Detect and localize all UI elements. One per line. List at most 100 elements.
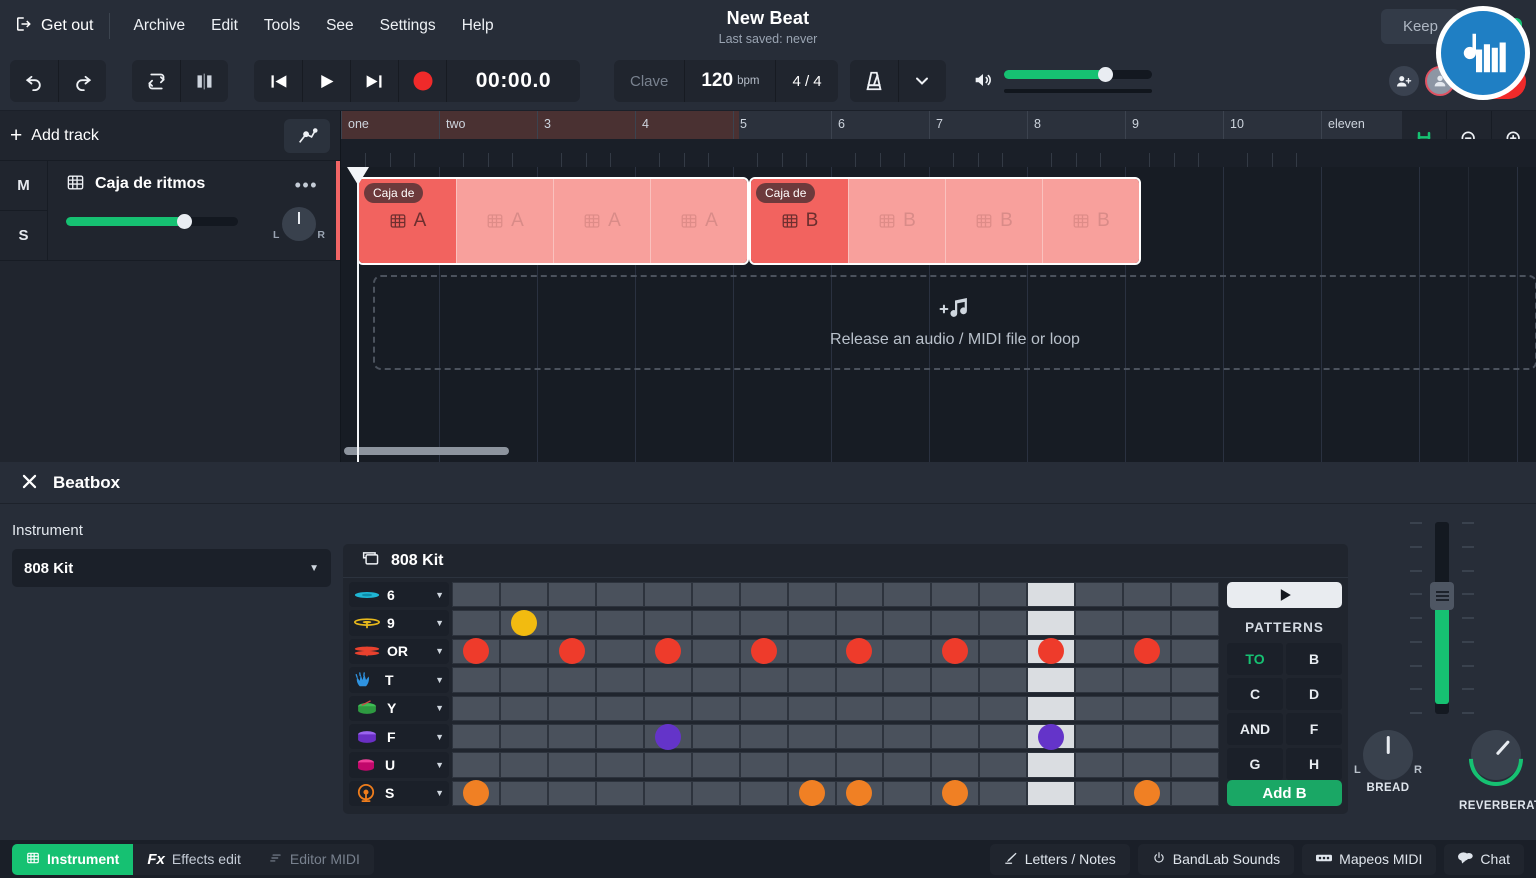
step-cell[interactable]: [643, 780, 692, 806]
step-cell[interactable]: [1171, 582, 1219, 608]
time-signature-field[interactable]: 4 / 4: [775, 60, 837, 102]
step-cell[interactable]: [1075, 610, 1124, 636]
step-cell[interactable]: [1171, 667, 1219, 693]
step-cell[interactable]: [499, 695, 548, 721]
horizontal-scrollbar[interactable]: [344, 447, 509, 455]
row-label-crash[interactable]: 9 ▼: [349, 610, 449, 636]
track-volume-knob[interactable]: [177, 214, 192, 229]
pattern-cell-and[interactable]: AND: [1227, 713, 1283, 746]
step-cell[interactable]: [595, 695, 644, 721]
step-cell[interactable]: [1171, 780, 1219, 806]
midi-mappings-button[interactable]: Mapeos MIDI: [1302, 843, 1437, 875]
clip-group-b[interactable]: Caja de B B B B: [749, 177, 1141, 265]
playhead-handle[interactable]: [347, 167, 369, 185]
pattern-cell-to[interactable]: TO: [1227, 643, 1283, 676]
step-cell[interactable]: [547, 752, 596, 778]
step-cell[interactable]: [883, 780, 932, 806]
bpm-field[interactable]: 120 bpm: [684, 60, 775, 102]
step-cell[interactable]: [1075, 638, 1124, 665]
step-cell[interactable]: [931, 610, 980, 636]
step-cell[interactable]: [452, 667, 500, 693]
step-cell[interactable]: [547, 695, 596, 721]
mute-button[interactable]: M: [0, 161, 47, 210]
step-cell[interactable]: [835, 752, 884, 778]
step-cell[interactable]: [835, 780, 884, 807]
step-cell[interactable]: [643, 667, 692, 693]
clip-a-4[interactable]: A: [650, 179, 747, 263]
solo-button[interactable]: S: [0, 210, 47, 260]
step-cell[interactable]: [1027, 695, 1076, 721]
step-cell[interactable]: [547, 582, 596, 608]
row-label-clap[interactable]: T ▼: [349, 667, 449, 693]
step-cell[interactable]: [452, 638, 500, 665]
split-button[interactable]: [180, 60, 228, 102]
row-label-openhat[interactable]: OR ▼: [349, 638, 449, 665]
step-cell[interactable]: [1027, 780, 1076, 806]
volume-fader[interactable]: [1348, 504, 1536, 724]
fader-handle[interactable]: [1430, 582, 1454, 610]
row-label-conga[interactable]: U ▼: [349, 752, 449, 778]
metronome-dropdown-chevron-icon[interactable]: [897, 60, 946, 102]
step-cell[interactable]: [739, 780, 788, 806]
step-cell[interactable]: [691, 723, 740, 750]
step-cell[interactable]: [979, 723, 1028, 750]
invite-user-button[interactable]: [1388, 66, 1419, 96]
clip-b-1[interactable]: Caja de B: [751, 179, 848, 263]
step-cell[interactable]: [643, 582, 692, 608]
step-cell[interactable]: [643, 752, 692, 778]
clip-a-2[interactable]: A: [456, 179, 553, 263]
step-cell[interactable]: [547, 610, 596, 636]
step-cell[interactable]: [452, 780, 500, 807]
pattern-cell-b[interactable]: B: [1286, 643, 1342, 676]
menu-archive[interactable]: Archive: [120, 10, 198, 42]
step-cell[interactable]: [979, 780, 1028, 806]
menu-tools[interactable]: Tools: [251, 10, 313, 42]
step-cell[interactable]: [499, 723, 548, 750]
pan-dial[interactable]: [1363, 730, 1413, 780]
step-cell[interactable]: [691, 610, 740, 636]
step-cell[interactable]: [787, 752, 836, 778]
step-cell[interactable]: [835, 582, 884, 608]
step-cell[interactable]: [931, 582, 980, 608]
step-cell[interactable]: [883, 752, 932, 778]
pattern-cell-g[interactable]: G: [1227, 748, 1283, 781]
step-cell[interactable]: [979, 638, 1028, 665]
step-cell[interactable]: [979, 752, 1028, 778]
metronome-label[interactable]: Clave: [614, 60, 684, 102]
step-cell[interactable]: [1171, 695, 1219, 721]
reverb-dial[interactable]: [1457, 720, 1535, 798]
step-cell[interactable]: [499, 638, 548, 665]
step-cell[interactable]: [691, 695, 740, 721]
play-button[interactable]: [302, 60, 350, 102]
step-cell[interactable]: [739, 723, 788, 750]
step-cell[interactable]: [595, 667, 644, 693]
step-cell[interactable]: [1075, 723, 1124, 750]
chevron-down-icon[interactable]: ▼: [435, 590, 444, 600]
clip-group-a[interactable]: Caja de A A A A: [357, 177, 749, 265]
step-cell[interactable]: [691, 667, 740, 693]
step-cell[interactable]: [835, 610, 884, 636]
step-cell[interactable]: [931, 695, 980, 721]
pattern-cell-c[interactable]: C: [1227, 678, 1283, 711]
track-header[interactable]: M S Caja de ritmos ••• L R: [0, 161, 340, 261]
chevron-down-icon[interactable]: ▼: [435, 788, 444, 798]
step-cell[interactable]: [883, 695, 932, 721]
step-cell[interactable]: [883, 610, 932, 636]
step-cell[interactable]: [452, 582, 500, 608]
step-cell[interactable]: [979, 667, 1028, 693]
step-cell[interactable]: [643, 638, 692, 665]
step-cell[interactable]: [1027, 582, 1076, 608]
chevron-down-icon[interactable]: ▼: [435, 703, 444, 713]
pattern-play-button[interactable]: [1227, 582, 1342, 609]
step-cell[interactable]: [739, 752, 788, 778]
step-cell[interactable]: [595, 723, 644, 750]
timeline-lanes[interactable]: Caja de A A A A Caja de B B B B Release …: [341, 167, 1536, 462]
step-cell[interactable]: [979, 582, 1028, 608]
step-cell[interactable]: [691, 780, 740, 806]
step-cell[interactable]: [1075, 667, 1124, 693]
row-label-kick[interactable]: S ▼: [349, 780, 449, 806]
step-cell[interactable]: [1027, 752, 1076, 778]
step-cell[interactable]: [883, 723, 932, 750]
tab-effects-edit[interactable]: Fx Effects edit: [133, 844, 255, 875]
step-cell[interactable]: [1075, 752, 1124, 778]
